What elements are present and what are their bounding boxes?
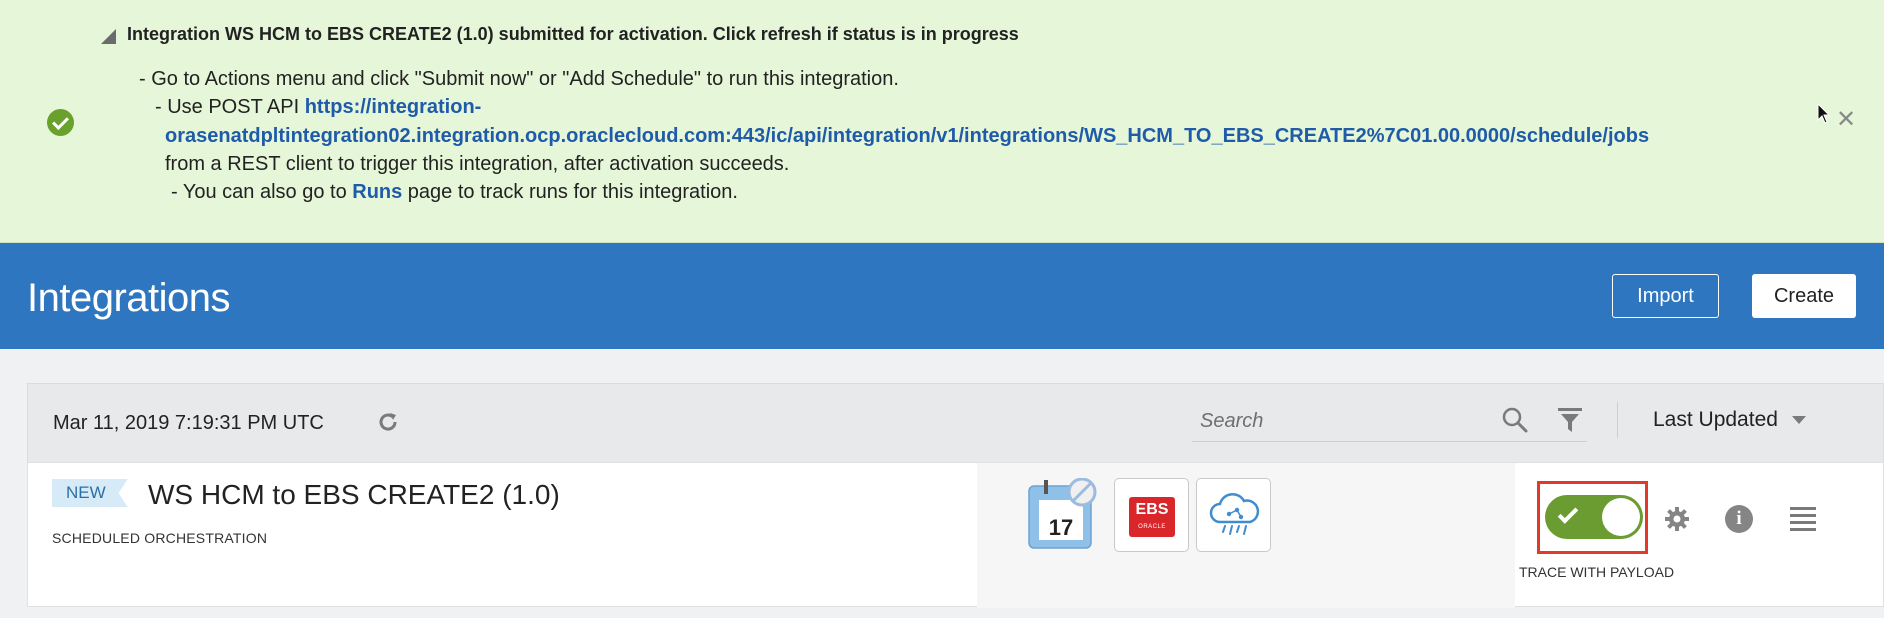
notification-line-actions: - Go to Actions menu and click "Submit n… — [139, 68, 899, 90]
activate-toggle[interactable] — [1545, 495, 1643, 539]
runs-link[interactable]: Runs — [352, 181, 402, 203]
notification-line-api: - Use POST API https://integration- — [155, 96, 481, 119]
notification-line-runs: - You can also go to Runs page to track … — [171, 181, 738, 204]
chevron-down-icon — [1791, 416, 1806, 425]
last-refreshed-timestamp: Mar 11, 2019 7:19:31 PM UTC — [53, 412, 324, 434]
check-circle-icon — [47, 109, 74, 136]
notification-line-rest: from a REST client to trigger this integ… — [165, 153, 790, 175]
api-prefix: - Use POST API — [155, 96, 305, 118]
cloud-adapter-icon — [1209, 492, 1260, 535]
integration-type: SCHEDULED ORCHESTRATION — [52, 530, 268, 546]
ebs-label: EBS — [1135, 501, 1169, 518]
filter-icon[interactable] — [1557, 406, 1583, 434]
api-url-link-part2[interactable]: orasenatdpltintegration02.integration.oc… — [165, 125, 1649, 147]
schedule-calendar-icon[interactable]: 17 — [1028, 478, 1098, 550]
runs-suffix: page to track runs for this integration. — [402, 181, 738, 203]
page-header: Integrations — [0, 243, 1884, 349]
sort-label: Last Updated — [1653, 408, 1778, 431]
notification-line-api-url: orasenatdpltintegration02.integration.oc… — [165, 125, 1649, 148]
toggle-knob — [1602, 498, 1640, 536]
sort-dropdown[interactable]: Last Updated — [1653, 408, 1806, 432]
close-icon[interactable]: ✕ — [1836, 108, 1856, 132]
runs-prefix: - You can also go to — [171, 181, 353, 203]
page-title: Integrations — [27, 276, 231, 320]
actions-menu-icon[interactable] — [1790, 507, 1816, 531]
trace-mode-label: TRACE WITH PAYLOAD — [1519, 564, 1675, 580]
import-button[interactable]: Import — [1612, 274, 1719, 318]
toolbar-divider — [1617, 402, 1618, 438]
refresh-icon[interactable] — [376, 410, 400, 434]
ebs-adapter-icon: EBS ORACLE — [1129, 497, 1175, 537]
new-badge: NEW — [52, 479, 128, 507]
list-toolbar: Mar 11, 2019 7:19:31 PM UTC — [27, 383, 1884, 462]
api-url-link-part1[interactable]: https://integration- — [305, 96, 482, 118]
calendar-day: 17 — [1049, 515, 1073, 540]
activation-notification: Integration WS HCM to EBS CREATE2 (1.0) … — [0, 0, 1884, 243]
notification-heading: Integration WS HCM to EBS CREATE2 (1.0) … — [127, 24, 1019, 44]
mouse-cursor-icon — [1817, 103, 1831, 124]
checkmark-icon — [1557, 503, 1579, 524]
collapse-caret-icon[interactable] — [101, 29, 116, 44]
integration-name[interactable]: WS HCM to EBS CREATE2 (1.0) — [148, 479, 560, 511]
gear-icon[interactable] — [1663, 505, 1691, 533]
search-icon[interactable] — [1501, 406, 1529, 434]
create-button[interactable]: Create — [1752, 274, 1856, 318]
info-icon[interactable]: i — [1725, 505, 1753, 533]
ebs-sub-label: ORACLE — [1138, 524, 1166, 530]
